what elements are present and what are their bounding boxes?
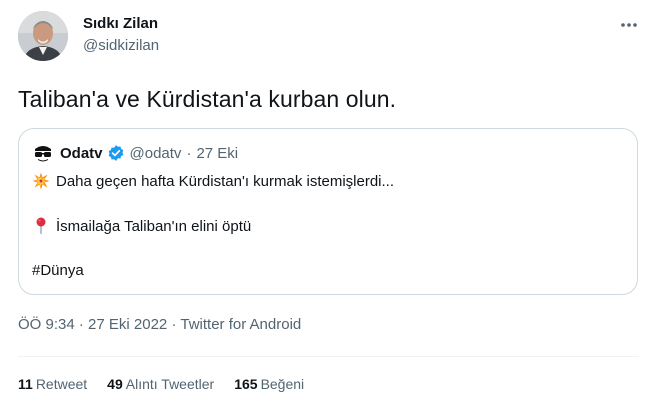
quotes-count: 49 xyxy=(107,376,123,392)
collision-emoji-icon xyxy=(32,172,50,190)
likes-count: 165 xyxy=(234,376,258,392)
quotes-label: Alıntı Tweetler xyxy=(125,376,215,392)
likes-stat[interactable]: 165 Beğeni xyxy=(234,376,304,392)
quoted-author-handle[interactable]: @odatv xyxy=(130,145,182,162)
quoted-author-name[interactable]: Odatv xyxy=(60,145,103,162)
quote-tweets-stat[interactable]: 49 Alıntı Tweetler xyxy=(107,376,214,392)
verified-badge-icon xyxy=(107,144,125,162)
meta-separator: · xyxy=(78,316,84,333)
tweet-meta: ÖÖ 9:34 · 27 Eki 2022 · Twitter for Andr… xyxy=(18,316,301,333)
quoted-line-3-text[interactable]: #Dünya xyxy=(32,262,84,279)
retweets-count: 11 xyxy=(18,376,33,392)
retweets-label: Retweet xyxy=(35,376,88,392)
round-pushpin-emoji-icon xyxy=(32,217,50,235)
author-name[interactable]: Sıdkı Zilan xyxy=(83,15,158,32)
quoted-date[interactable]: 27 Eki xyxy=(196,145,238,162)
quoted-line-2: İsmailağa Taliban'ın elini öptü xyxy=(32,217,251,235)
author-handle[interactable]: @sidkizilan xyxy=(83,37,159,54)
quoted-tweet-header: Odatv @odatv · 27 Eki xyxy=(32,142,238,164)
more-dots-icon xyxy=(621,23,637,27)
quoted-separator: · xyxy=(186,144,192,162)
quoted-line-1-text: Daha geçen hafta Kürdistan'ı kurmak iste… xyxy=(56,172,395,190)
tweet-text: Taliban'a ve Kürdistan'a kurban olun. xyxy=(18,86,397,112)
tweet-date[interactable]: 27 Eki 2022 xyxy=(88,316,167,333)
divider xyxy=(18,356,639,357)
odatv-logo-icon xyxy=(32,142,54,164)
likes-label: Beğeni xyxy=(260,376,305,392)
avatar-photo xyxy=(18,11,68,61)
tweet-source-link[interactable]: Twitter for Android xyxy=(180,316,301,333)
avatar[interactable] xyxy=(18,11,68,61)
quoted-line-2-text: İsmailağa Taliban'ın elini öptü xyxy=(56,217,252,235)
quoted-avatar[interactable] xyxy=(32,142,54,164)
meta-separator: · xyxy=(171,316,177,333)
retweets-stat[interactable]: 11 Retweet xyxy=(18,376,87,392)
more-options-button[interactable] xyxy=(616,12,642,38)
tweet-time[interactable]: ÖÖ 9:34 xyxy=(18,316,75,333)
quoted-hashtag[interactable]: #Dünya xyxy=(32,262,84,279)
quoted-line-1: Daha geçen hafta Kürdistan'ı kurmak iste… xyxy=(32,172,394,190)
tweet-stats: 11 Retweet 49 Alıntı Tweetler 165 Beğeni xyxy=(18,376,324,392)
tweet-card: Sıdkı Zilan @sidkizilan Taliban'a ve Kür… xyxy=(0,0,657,413)
